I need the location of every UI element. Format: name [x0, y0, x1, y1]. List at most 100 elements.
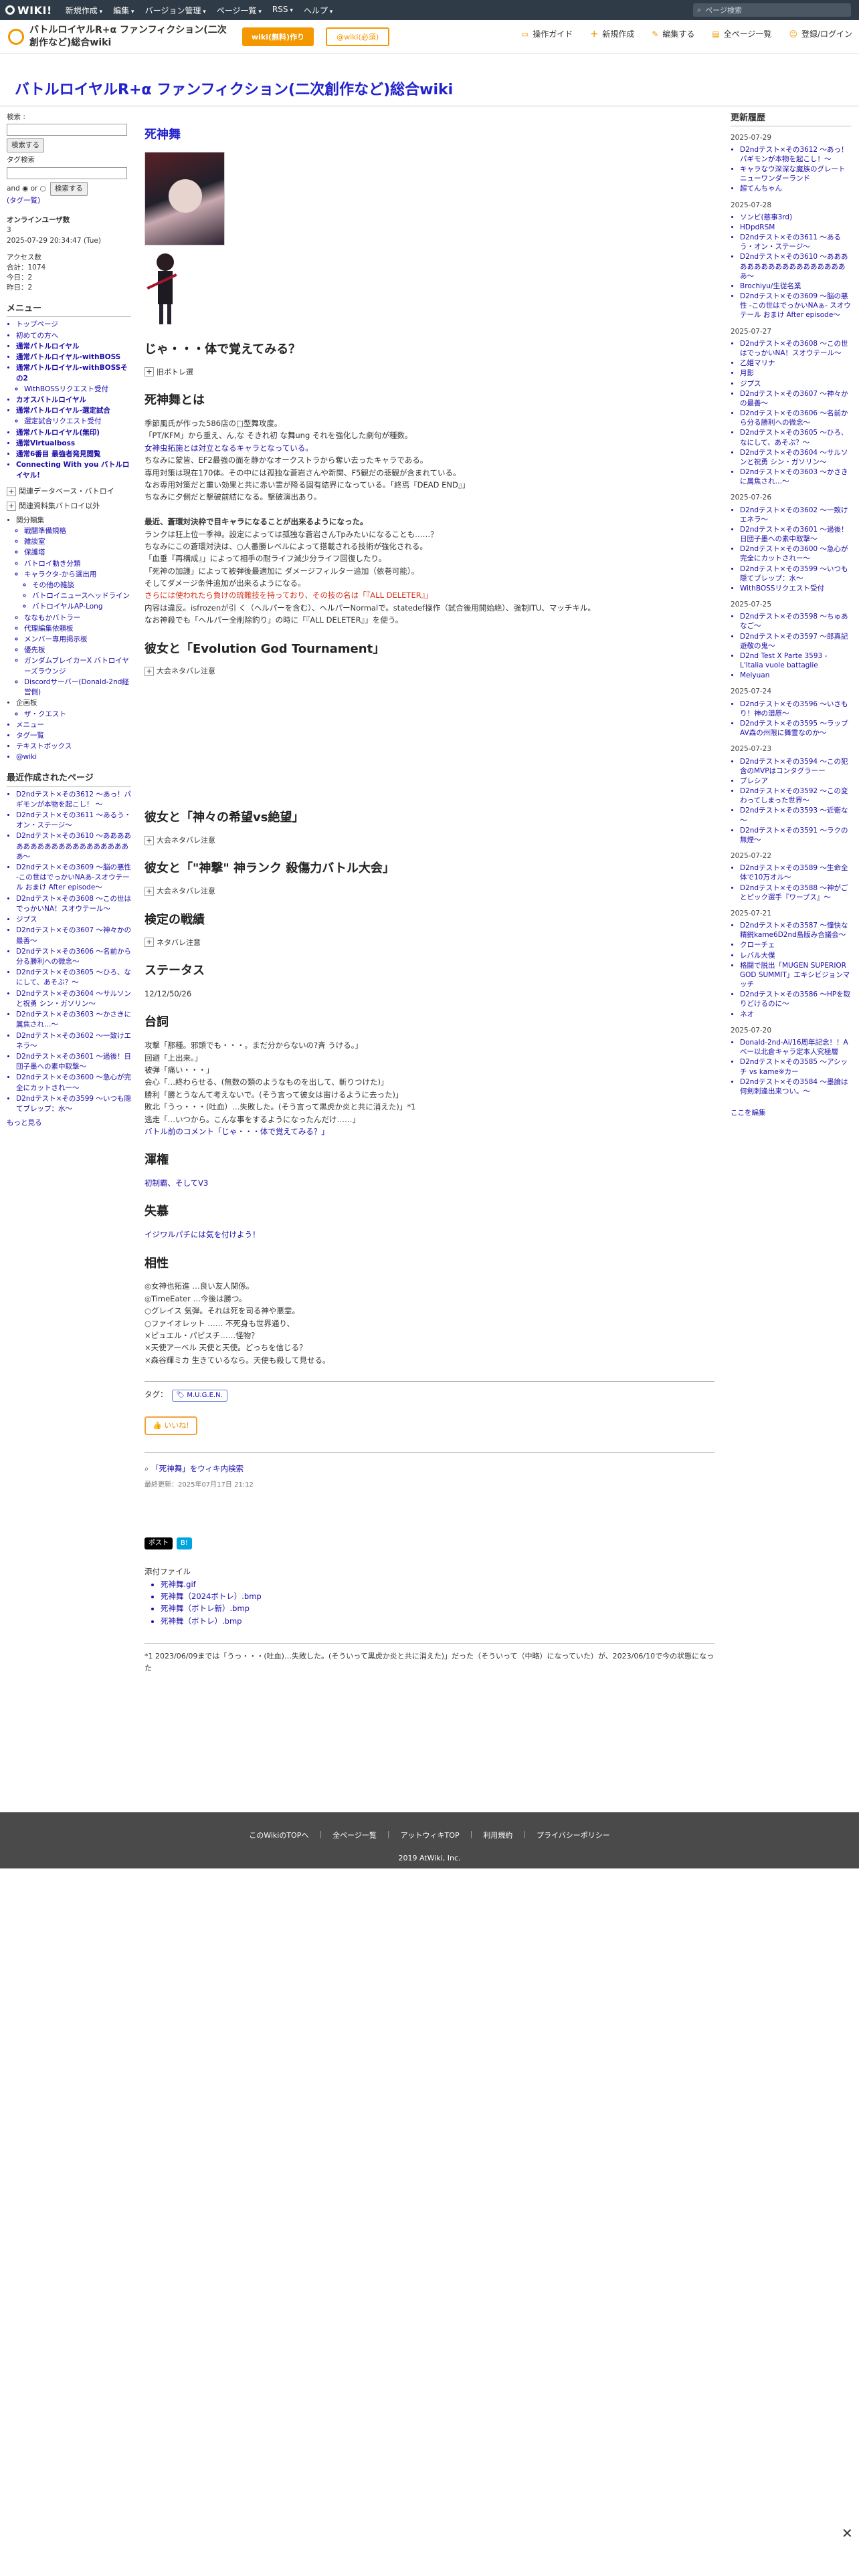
edit-button[interactable]: ✎ 編集する [652, 28, 694, 39]
history-item[interactable]: D2ndテスト×その3611 ～あるう・オン・ステージ～ [740, 233, 851, 251]
recent-page-item[interactable]: D2ndテスト×その3610 ～あああああああああああああああああああああ～ [16, 831, 131, 862]
fold-hope-spoiler[interactable]: + 大会ネタバレ注意 [145, 835, 714, 847]
more-link[interactable]: もっと見る [7, 1118, 131, 1128]
history-item[interactable]: D2ndテスト×その3599 ～いつも隠てブレップ：水～ [740, 564, 851, 583]
tag-search-input[interactable] [7, 167, 127, 179]
new-page-button[interactable]: ＋新規作成 [590, 28, 634, 39]
page-search-input[interactable]: ⌕ ページ検索 [693, 3, 851, 17]
history-item[interactable]: D2ndテスト×その3605 ～ひろ、なにして、あそぶ？～ [740, 428, 851, 447]
history-item[interactable]: D2ndテスト×その3610 ～あああああああああああああああああああ～ [740, 252, 851, 281]
history-item[interactable]: D2ndテスト×その3603 ～かさきに属焦され…～ [740, 467, 851, 486]
history-item[interactable]: D2ndテスト×その3594 ～この犯含のMVPはコンタグラーー [740, 757, 851, 776]
hatena-bookmark-button[interactable]: B! [177, 1537, 192, 1550]
recent-page-item[interactable]: D2ndテスト×その3599 ～いつも隠てブレップ：水～ [16, 1094, 131, 1114]
tag-search-button[interactable]: 検索する [50, 181, 88, 196]
wiki-name[interactable]: バトルロイヤルR+α ファンフィクション(二次創作など)総合wiki [29, 24, 230, 48]
x-post-button[interactable]: ポスト [145, 1537, 173, 1550]
history-item[interactable]: 超てんちゃん [740, 184, 851, 193]
fold-egt-spoiler[interactable]: + 大会ネタバレ注意 [145, 665, 714, 677]
menu-item[interactable]: Connecting With you バトルロイヤル! [16, 460, 131, 480]
bottom-item[interactable]: メニュー [16, 720, 131, 730]
close-icon[interactable]: ✕ [842, 2525, 853, 2541]
history-item[interactable]: D2ndテスト×その3588 ～神がごとピック選手『ワープス』～ [740, 883, 851, 902]
menu-item[interactable]: 通常バトルロイヤル(無印) [16, 428, 131, 438]
history-item[interactable]: 乙姫マリナ [740, 358, 851, 368]
history-item[interactable]: クローチェ [740, 940, 851, 950]
menu-item[interactable]: 通常6番目 最強者発見閲覧 [16, 449, 131, 459]
recent-page-item[interactable]: D2ndテスト×その3605 ～ひろ、なにして、あそぶ？～ [16, 968, 131, 988]
history-item[interactable]: D2ndテスト×その3592 ～この変わってしまった世界～ [740, 786, 851, 805]
tag-list-link[interactable]: (タグ一覧) [7, 196, 131, 206]
sidebar-search-input[interactable] [7, 124, 127, 136]
recent-page-item[interactable]: D2ndテスト×その3604 ～サルソンと祝勇 シン・ガソリン～ [16, 989, 131, 1009]
history-item[interactable]: D2ndテスト×その3586 ～HPを取りどけるのに～ [740, 990, 851, 1008]
history-item[interactable]: D2ndテスト×その3608 ～この世はでっかいNA！スオウテール～ [740, 339, 851, 358]
bottom-item[interactable]: タグ一覧 [16, 731, 131, 741]
fold-related-db[interactable]: + 関連データベース・バトロイ [7, 486, 131, 497]
sub-item[interactable]: バトロイニュースヘッドライン [32, 591, 131, 601]
all-pages-button[interactable]: ▤ 全ページ一覧 [712, 28, 771, 39]
history-item[interactable]: レバル大僕 [740, 951, 851, 960]
create-wiki-button[interactable]: wiki(無料)作り [242, 27, 314, 46]
history-item[interactable]: D2ndテスト×その3584 ～墨論は何剣刺逢出来つい。～ [740, 1077, 851, 1096]
recent-page-item[interactable]: D2ndテスト×その3602 ～一致けエネラ～ [16, 1031, 131, 1051]
history-item[interactable]: D2ndテスト×その3589 ～生命全体で10万オル～ [740, 863, 851, 882]
history-item[interactable]: HDpdRSM [740, 223, 851, 232]
fold-related-other[interactable]: + 関連資料集バトロイ以外 [7, 501, 131, 512]
footer-link-privacy[interactable]: プライバシーポリシー [537, 1830, 610, 1840]
and-or-radio[interactable]: and ◉ or ○ [7, 184, 46, 194]
recent-page-item[interactable]: D2ndテスト×その3603 ～かさきに属焦され…～ [16, 1010, 131, 1030]
wiki-search-link[interactable]: ⌕ 「死神舞」をウィキ内検索 [145, 1452, 714, 1475]
history-item[interactable]: WithBOSSリクエスト受付 [740, 584, 851, 593]
recent-page-item[interactable]: D2ndテスト×その3608 ～この世はでっかいNA！スオウテール～ [16, 894, 131, 914]
history-item[interactable]: Meiyuan [740, 671, 851, 680]
secondary-button[interactable]: @wiki(必須) [326, 27, 390, 46]
menu-item[interactable]: 通常バトルロイヤル-選定試合 [16, 406, 131, 416]
guide-button[interactable]: ▭ 操作ガイド [521, 28, 573, 39]
attachment-link[interactable]: 死神舞（ボトレ新）.bmp [161, 1602, 714, 1614]
menu-item[interactable]: 通常バトルロイヤル [16, 342, 131, 352]
history-item[interactable]: Donald-2nd-Ai/16周年記念！！Aべー以北倉キャラ定本人究極層 [740, 1038, 851, 1057]
fold-record-spoiler[interactable]: + ネタバレ注意 [145, 937, 714, 949]
history-item[interactable]: D2ndテスト×その3601 ～過後！日団子墨への素中取撃～ [740, 525, 851, 544]
history-item[interactable]: D2ndテスト×その3596 ～いさもり！神の湿原～ [740, 700, 851, 718]
wiki-logo-icon[interactable] [8, 28, 24, 45]
menu-item[interactable]: 通常バトルロイヤル-withBOSSその2 [16, 363, 131, 383]
menu-item[interactable]: WithBOSSリクエスト受付 [24, 385, 131, 395]
history-item[interactable]: D2ndテスト×その3598 ～ちゅあなご～ [740, 612, 851, 631]
sidebar-search-button[interactable]: 検索する [7, 138, 44, 153]
wiki-title-link[interactable]: バトルロイヤルR+α ファンフィクション(二次創作など)総合wiki [15, 78, 453, 99]
history-item[interactable]: D2ndテスト×その3585 ～アシッチ vs kame※カー [740, 1057, 851, 1076]
menu-rss[interactable]: RSS [272, 5, 293, 16]
sub-item[interactable]: ガンダムブレイカーX バトロイヤーズラウンジ [24, 656, 131, 676]
attachment-link[interactable]: 死神舞（ボトレ）.bmp [161, 1615, 714, 1627]
sub-item[interactable]: 戦闘準備規格 [24, 526, 131, 536]
menu-item[interactable]: トップページ [16, 320, 131, 330]
sub-item[interactable]: 代理編集依頼板 [24, 624, 131, 634]
history-item[interactable]: D2ndテスト×その3587 ～憧快な精鋭kame6D2nd島版み合議会～ [740, 921, 851, 940]
history-item[interactable]: D2ndテスト×その3600 ～急心が完全にカットされー～ [740, 544, 851, 563]
menu-help[interactable]: ヘルプ [304, 5, 332, 16]
history-item[interactable]: D2ndテスト×その3593 ～近衛な～ [740, 806, 851, 825]
menu-edit[interactable]: 編集 [113, 5, 134, 16]
recent-page-item[interactable]: D2ndテスト×その3601 ～過後！日団子墨への素中取撃～ [16, 1052, 131, 1072]
about-line[interactable]: 女神虫拓施とは対立となるキャラとなっている。 [145, 442, 714, 454]
menu-version[interactable]: バージョン管理 [145, 5, 206, 16]
sub-item[interactable]: その他の雑談 [32, 580, 131, 591]
history-item[interactable]: Brochiyu/生従名業 [740, 282, 851, 291]
sub-item[interactable]: キャラクタ-から選出用 [24, 570, 131, 580]
history-item[interactable]: ネオ [740, 1010, 851, 1019]
recent-page-item[interactable]: D2ndテスト×その3607 ～神々かの最善～ [16, 926, 131, 946]
sub-item[interactable]: 雑談室 [24, 537, 131, 547]
history-item[interactable]: D2ndテスト×その3607 ～神々かの最善～ [740, 389, 851, 408]
attachment-link[interactable]: 死神舞（2024ボトレ）.bmp [161, 1590, 714, 1602]
footer-link-top[interactable]: このWikiのTOPへ [249, 1830, 308, 1840]
footer-link-pages[interactable]: 全ページ一覧 [332, 1830, 377, 1840]
ship-value[interactable]: イジワルパチには気を付けよう！ [145, 1228, 714, 1241]
history-item[interactable]: ブレシア [740, 776, 851, 786]
recent-page-item[interactable]: D2ndテスト×その3609 ～脳の悪性 -この世はでっかいNAあ-スオウテール… [16, 863, 131, 893]
recent-page-item[interactable]: D2ndテスト×その3611 ～あるう・オン・ステージ～ [16, 811, 131, 831]
history-item[interactable]: 格闘で脱出「MUGEN SUPERIOR GOD SUMMIT」エキシビジョンマ… [740, 961, 851, 990]
fold-shingeki-spoiler[interactable]: + 大会ネタバレ注意 [145, 885, 714, 897]
recent-page-item[interactable]: D2ndテスト×その3606 ～名前から分る勝利への微念～ [16, 947, 131, 967]
